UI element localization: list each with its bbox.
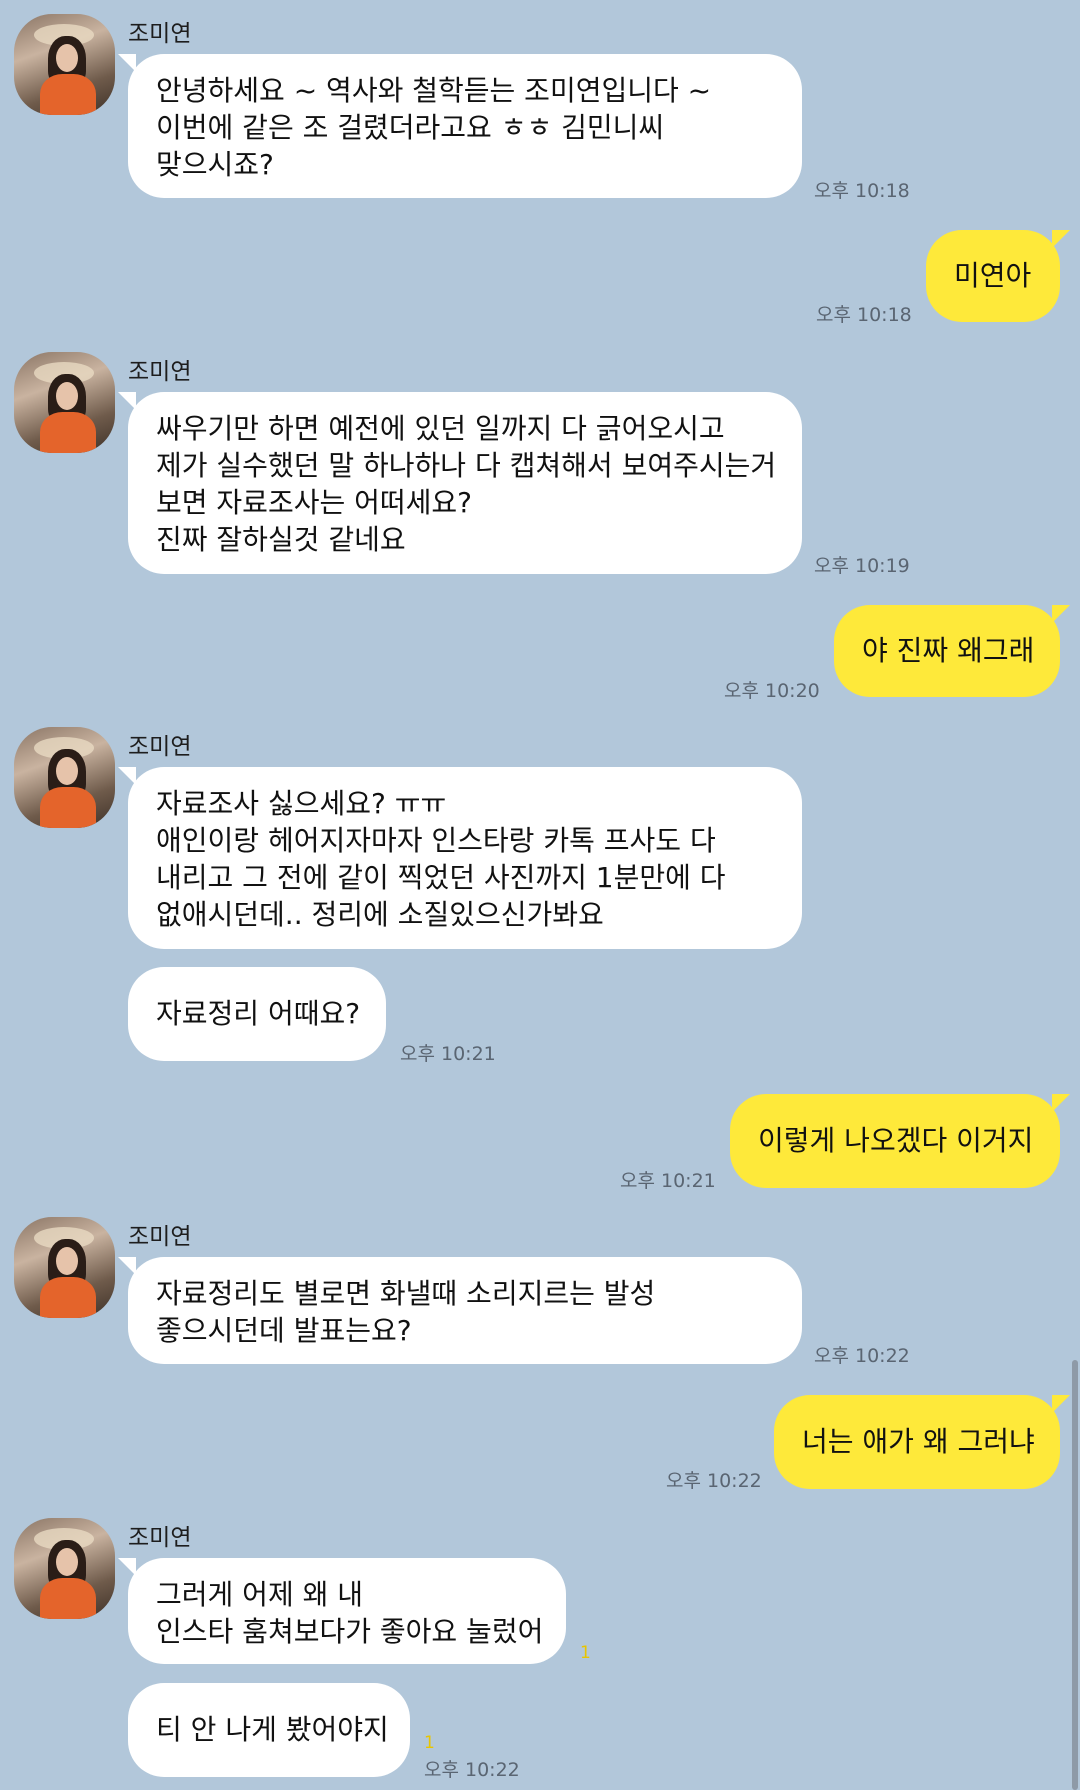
sender-name: 조미연 <box>128 734 192 760</box>
avatar[interactable] <box>14 14 115 115</box>
message-text: 자료정리 어때요? <box>156 997 361 1030</box>
unread-count: 1 <box>580 1643 591 1663</box>
message-text: 야 진짜 왜그래 <box>862 634 1035 667</box>
message-bubble[interactable]: 싸우기만 하면 예전에 있던 일까지 다 긁어오시고 제가 실수했던 말 하나하… <box>118 392 802 574</box>
message-bubble[interactable]: 티 안 나게 봤어야지 <box>128 1683 410 1777</box>
message-bubble[interactable]: 안녕하세요 ~ 역사와 철학듣는 조미연입니다 ~ 이번에 같은 조 걸렸더라고… <box>118 54 802 198</box>
avatar[interactable] <box>14 727 115 828</box>
message-text: 진짜 잘하실것 같네요 <box>156 523 406 556</box>
message-bubble[interactable]: 자료정리도 별로면 화낼때 소리지르는 발성 좋으시던데 발표는요? <box>118 1257 802 1364</box>
message-text: 싸우기만 하면 예전에 있던 일까지 다 긁어오시고 <box>156 412 725 445</box>
avatar[interactable] <box>14 352 115 453</box>
message-time: 오후 10:22 <box>666 1470 762 1492</box>
my-message-bubble[interactable]: 미연아 <box>926 230 1070 322</box>
message-text: 보면 자료조사는 어떠세요? <box>156 486 473 519</box>
message-text: 이렇게 나오겠다 이거지 <box>758 1124 1034 1157</box>
message-text: 좋으시던데 발표는요? <box>156 1314 412 1347</box>
message-text: 안녕하세요 ~ 역사와 철학듣는 조미연입니다 ~ <box>156 74 712 107</box>
message-time: 오후 10:22 <box>814 1345 910 1367</box>
message-text: 애인이랑 헤어지자마자 인스타랑 카톡 프사도 다 <box>156 824 716 857</box>
message-time: 오후 10:21 <box>620 1170 716 1192</box>
my-message-bubble[interactable]: 너는 애가 왜 그러냐 <box>774 1395 1070 1489</box>
chat-area: 조미연 안녕하세요 ~ 역사와 철학듣는 조미연입니다 ~ 이번에 같은 조 걸… <box>0 0 1080 1790</box>
message-time: 오후 10:22 <box>424 1759 520 1781</box>
message-text: 미연아 <box>954 259 1032 292</box>
avatar[interactable] <box>14 1518 115 1619</box>
message-text: 없애시던데.. 정리에 소질있으신가봐요 <box>156 898 604 931</box>
sender-name: 조미연 <box>128 359 192 385</box>
message-text: 인스타 훔쳐보다가 좋아요 눌렀어 <box>156 1615 544 1648</box>
message-time: 오후 10:18 <box>814 180 910 202</box>
message-bubble[interactable]: 그러게 어제 왜 내 인스타 훔쳐보다가 좋아요 눌렀어 <box>118 1558 566 1664</box>
message-text: 이번에 같은 조 걸렸더라고요 ㅎㅎ 김민니씨 <box>156 111 665 144</box>
message-text: 자료조사 싫으세요? ㅠㅠ <box>156 787 447 820</box>
message-time: 오후 10:19 <box>814 555 910 577</box>
my-message-bubble[interactable]: 야 진짜 왜그래 <box>834 605 1070 697</box>
message-text: 너는 애가 왜 그러냐 <box>802 1425 1035 1458</box>
message-text: 맞으시죠? <box>156 148 274 181</box>
sender-name: 조미연 <box>128 1525 192 1551</box>
scrollbar[interactable] <box>1072 1360 1078 1790</box>
message-time: 오후 10:21 <box>400 1043 496 1065</box>
message-time: 오후 10:18 <box>816 304 912 326</box>
sender-name: 조미연 <box>128 1224 192 1250</box>
unread-count: 1 <box>424 1733 435 1753</box>
message-text: 자료정리도 별로면 화낼때 소리지르는 발성 <box>156 1277 656 1310</box>
message-text: 내리고 그 전에 같이 찍었던 사진까지 1분만에 다 <box>156 861 726 894</box>
message-time: 오후 10:20 <box>724 680 820 702</box>
message-bubble[interactable]: 자료조사 싫으세요? ㅠㅠ 애인이랑 헤어지자마자 인스타랑 카톡 프사도 다 … <box>118 767 802 949</box>
avatar[interactable] <box>14 1217 115 1318</box>
sender-name: 조미연 <box>128 21 192 47</box>
message-bubble[interactable]: 자료정리 어때요? <box>128 967 386 1061</box>
message-text: 그러게 어제 왜 내 <box>156 1578 364 1611</box>
message-text: 티 안 나게 봤어야지 <box>156 1713 389 1746</box>
message-text: 제가 실수했던 말 하나하나 다 캡쳐해서 보여주시는거 <box>156 449 777 482</box>
my-message-bubble[interactable]: 이렇게 나오겠다 이거지 <box>730 1094 1070 1188</box>
